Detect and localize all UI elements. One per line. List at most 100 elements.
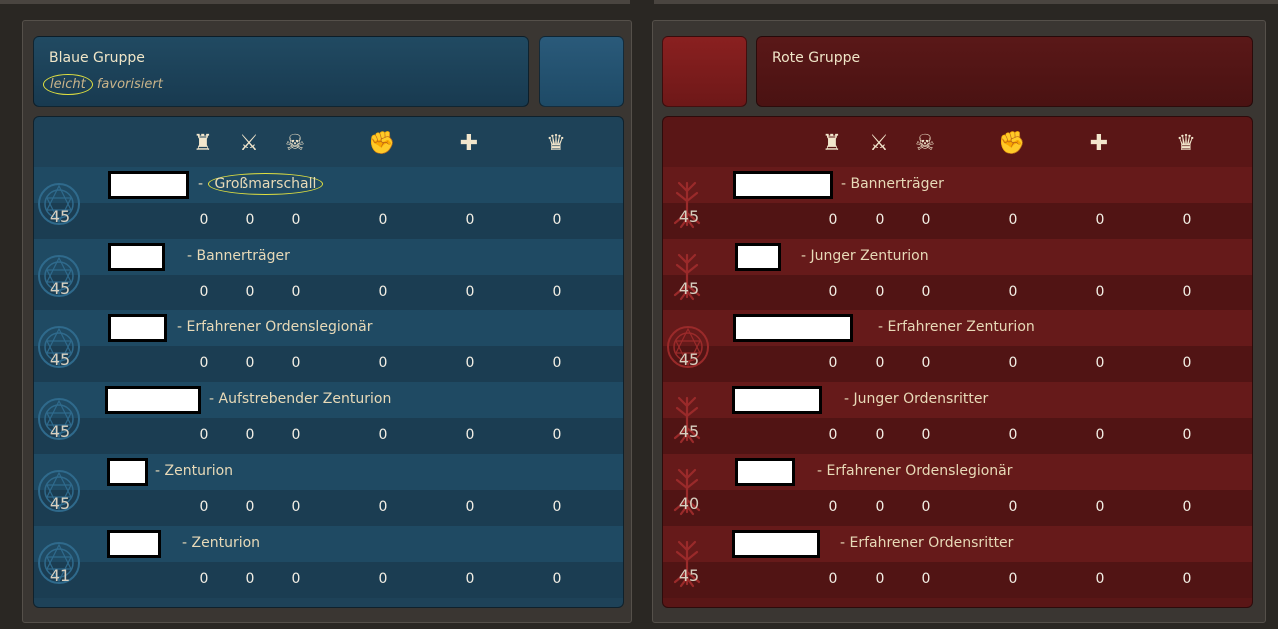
player-row[interactable]: 45 - Bannerträger 0 0 0 0 0 0 [663, 167, 1252, 239]
player-name-redacted[interactable] [108, 242, 165, 271]
player-row[interactable]: 45 - Großmarschall 0 0 0 0 0 0 [34, 167, 623, 239]
stat-value-tower: 0 [199, 498, 209, 515]
player-row[interactable]: 45 - Aufstrebender Zenturion 0 0 0 0 0 0 [34, 382, 623, 455]
top-border [0, 0, 630, 4]
stat-value-fist: 0 [378, 212, 388, 228]
stat-value-skull: 0 [921, 355, 931, 372]
player-rank: - Zenturion [155, 462, 234, 479]
player-row[interactable]: 45 - Erfahrener Ordenslegionär 0 0 0 0 0 0 [34, 310, 623, 383]
team-favor-status: leicht favorisiert [43, 74, 163, 95]
player-name-redacted[interactable] [735, 242, 781, 271]
stat-value-fist: 0 [1008, 355, 1018, 372]
row-bottom-band [34, 561, 623, 598]
stat-value-tower: 0 [828, 355, 838, 372]
row-bottom-band [34, 418, 623, 455]
player-level: 45 [49, 278, 71, 298]
player-level: 45 [678, 207, 700, 226]
player-name-redacted[interactable] [107, 457, 148, 486]
player-rank: - Erfahrener Ordensritter [840, 534, 1014, 551]
stat-value-skull: 0 [921, 427, 931, 444]
player-level: 45 [678, 422, 700, 442]
stat-value-tower: 0 [199, 570, 209, 587]
crown-icon: ♛ [1176, 131, 1196, 156]
player-level: 45 [49, 350, 71, 370]
stat-value-fist: 0 [378, 355, 388, 372]
player-name-redacted[interactable] [108, 171, 189, 199]
skull-icon: ☠ [285, 131, 305, 156]
stat-value-plus: 0 [465, 212, 475, 228]
favor-word: leicht [43, 74, 93, 95]
player-rank: - Erfahrener Ordenslegionär [177, 319, 373, 336]
stat-value-fist: 0 [1008, 212, 1018, 228]
player-name-redacted[interactable] [735, 457, 795, 486]
red-team-header: Rote Gruppe [756, 36, 1253, 107]
rank-tree-icon: 45 [667, 538, 717, 588]
player-rank: - Erfahrener Ordenslegionär [817, 462, 1013, 479]
stat-value-plus: 0 [465, 570, 475, 587]
crossed-swords-icon: ⚔ [239, 131, 259, 156]
stat-value-skull: 0 [291, 570, 301, 587]
stat-value-crossed-swords: 0 [245, 283, 255, 300]
stat-value-crown: 0 [552, 427, 562, 444]
player-row[interactable]: 45 - Bannerträger 0 0 0 0 0 0 [34, 238, 623, 311]
player-row[interactable]: 40 - Erfahrener Ordenslegionär 0 0 0 0 0 0 [663, 453, 1252, 526]
row-bottom-band [34, 489, 623, 526]
player-row[interactable]: 45 - Junger Ordensritter 0 0 0 0 0 0 [663, 382, 1252, 455]
player-name-redacted[interactable] [108, 314, 167, 343]
row-bottom-band [34, 346, 623, 383]
rank-emblem-icon: 45 [38, 466, 88, 516]
rank-tree-icon: 45 [667, 251, 717, 301]
stat-value-crown: 0 [1182, 283, 1192, 300]
stat-value-plus: 0 [1095, 283, 1105, 300]
player-name-redacted[interactable] [732, 386, 822, 415]
crossed-swords-icon: ⚔ [869, 131, 889, 156]
player-rank: - Zenturion [182, 534, 261, 551]
player-name-redacted[interactable] [107, 529, 161, 558]
player-name-redacted[interactable] [732, 529, 820, 558]
stat-value-tower: 0 [828, 212, 838, 228]
player-rank: - Großmarschall [198, 173, 324, 195]
stat-value-fist: 0 [378, 427, 388, 444]
rank-emblem-icon: 45 [38, 322, 88, 372]
player-rank: - Junger Ordensritter [844, 391, 989, 408]
stat-value-fist: 0 [378, 283, 388, 300]
stat-value-tower: 0 [828, 498, 838, 515]
plus-icon: ✚ [459, 131, 479, 156]
stat-value-skull: 0 [921, 570, 931, 587]
tower-icon: ♜ [822, 131, 842, 156]
stat-value-crossed-swords: 0 [245, 498, 255, 515]
stat-value-crossed-swords: 0 [875, 570, 885, 587]
stat-value-crossed-swords: 0 [875, 355, 885, 372]
blue-team-roster: 45 - Großmarschall 0 0 0 0 0 0 45 - Bannerträger 0… [33, 116, 624, 608]
red-team-roster: 45 - Bannerträger 0 0 0 0 0 0 45 - Junger Zenturi… [662, 116, 1253, 608]
stat-value-fist: 0 [1008, 498, 1018, 515]
player-name-redacted[interactable] [105, 386, 201, 415]
stat-value-skull: 0 [291, 427, 301, 444]
rank-emblem-icon: 41 [38, 538, 88, 588]
rank-tree-icon: 45 [667, 179, 717, 229]
player-row[interactable]: 45 - Erfahrener Ordensritter 0 0 0 0 0 0 [663, 525, 1252, 598]
row-bottom-band [663, 561, 1252, 598]
stat-value-skull: 0 [291, 355, 301, 372]
stat-value-crossed-swords: 0 [245, 212, 255, 228]
stat-value-fist: 0 [1008, 283, 1018, 300]
player-row[interactable]: 45 - Junger Zenturion 0 0 0 0 0 0 [663, 238, 1252, 311]
player-name-redacted[interactable] [733, 314, 853, 343]
player-rank: - Aufstrebender Zenturion [209, 391, 392, 408]
plus-icon: ✚ [1089, 131, 1109, 156]
stat-value-crown: 0 [1182, 570, 1192, 587]
player-row[interactable]: 41 - Zenturion 0 0 0 0 0 0 [34, 525, 623, 598]
stat-value-crown: 0 [1182, 498, 1192, 515]
rank-tree-icon: 40 [667, 466, 717, 516]
skull-icon: ☠ [915, 131, 935, 156]
rank-emblem-icon: 45 [38, 251, 88, 301]
player-rank: - Junger Zenturion [801, 247, 929, 264]
stat-value-crown: 0 [552, 355, 562, 372]
player-row[interactable]: 45 - Zenturion 0 0 0 0 0 0 [34, 453, 623, 526]
player-name-redacted[interactable] [733, 171, 833, 199]
stat-value-tower: 0 [199, 283, 209, 300]
row-bottom-band [663, 489, 1252, 526]
player-row[interactable]: 45 - Erfahrener Zenturion 0 0 0 0 0 0 [663, 310, 1252, 383]
rank-tree-icon: 45 [667, 394, 717, 444]
stat-value-crossed-swords: 0 [875, 212, 885, 228]
